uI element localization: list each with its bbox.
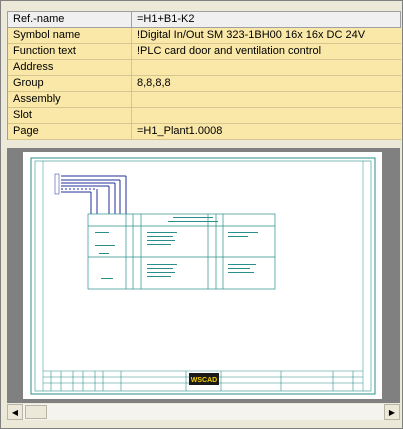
property-value[interactable]: !Digital In/Out SM 323-1BH00 16x 16x DC …	[132, 28, 401, 43]
properties-table: Ref.-name =H1+B1-K2 Symbol name !Digital…	[7, 11, 401, 140]
plc-module-block	[87, 213, 276, 290]
wscad-logo: WSCAD	[189, 373, 219, 385]
logo-text: WSCAD	[191, 377, 217, 384]
property-row-page[interactable]: Page =H1_Plant1.0008	[8, 124, 401, 140]
horizontal-scrollbar[interactable]: ◀ ▶	[7, 404, 400, 420]
property-value[interactable]	[132, 92, 401, 107]
properties-panel: Ref.-name =H1+B1-K2 Symbol name !Digital…	[0, 0, 403, 429]
sheet-inner-border	[34, 160, 372, 392]
property-label: Address	[8, 60, 132, 75]
property-label: Function text	[8, 44, 132, 59]
properties-header-row[interactable]: Ref.-name =H1+B1-K2	[8, 12, 401, 28]
property-label: Page	[8, 124, 132, 139]
ref-name-value[interactable]: =H1+B1-K2	[132, 12, 401, 27]
property-value[interactable]	[132, 60, 401, 75]
property-row-function-text[interactable]: Function text !PLC card door and ventila…	[8, 44, 401, 60]
property-value[interactable]: 8,8,8,8	[132, 76, 401, 91]
property-label: Symbol name	[8, 28, 132, 43]
property-label: Group	[8, 76, 132, 91]
property-label: Assembly	[8, 92, 132, 107]
property-row-group[interactable]: Group 8,8,8,8	[8, 76, 401, 92]
ref-name-label: Ref.-name	[8, 12, 132, 27]
property-value[interactable]: =H1_Plant1.0008	[132, 124, 401, 139]
scroll-left-arrow-icon[interactable]: ◀	[7, 404, 23, 420]
scroll-right-arrow-icon[interactable]: ▶	[384, 404, 400, 420]
wire-bundle	[61, 175, 127, 214]
sheet-outer-border	[30, 157, 376, 395]
property-row-assembly[interactable]: Assembly	[8, 92, 401, 108]
property-row-symbol-name[interactable]: Symbol name !Digital In/Out SM 323-1BH00…	[8, 28, 401, 44]
property-row-slot[interactable]: Slot	[8, 108, 401, 124]
property-value[interactable]	[132, 108, 401, 123]
schematic-preview[interactable]: WSCAD	[7, 148, 400, 403]
scrollbar-thumb[interactable]	[25, 405, 47, 419]
property-value[interactable]: !PLC card door and ventilation control	[132, 44, 401, 59]
property-row-address[interactable]: Address	[8, 60, 401, 76]
property-label: Slot	[8, 108, 132, 123]
schematic-drawing: WSCAD	[30, 157, 376, 395]
